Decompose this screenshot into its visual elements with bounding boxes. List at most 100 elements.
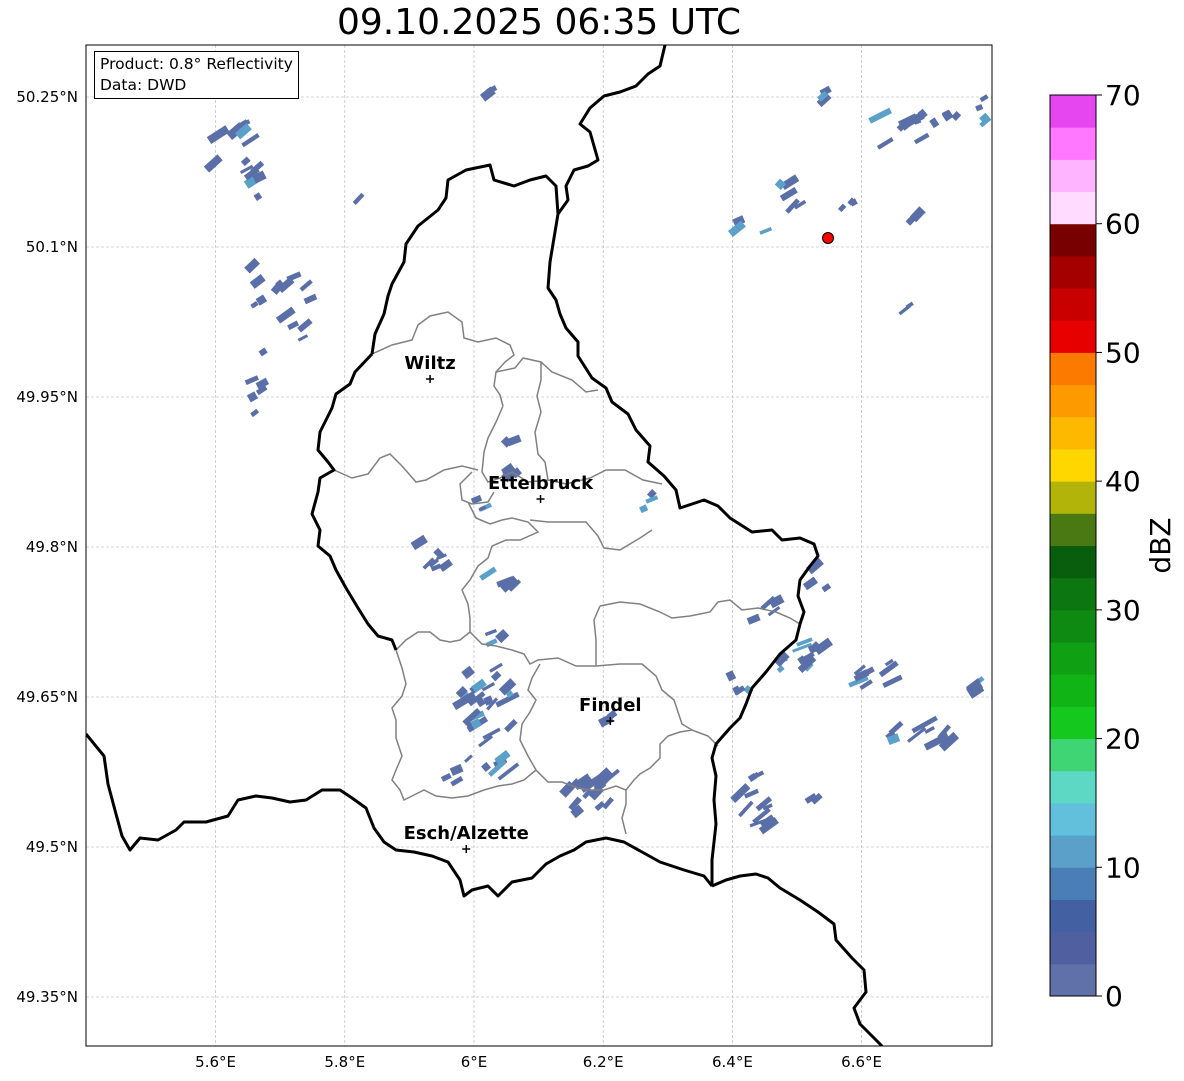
colorbar-segment xyxy=(1050,223,1096,257)
colorbar: 0 10 20 30 40 50 60 70 dBZ xyxy=(1049,79,1177,1013)
radar-echo xyxy=(352,192,365,205)
radar-echo xyxy=(249,273,266,289)
radar-echo xyxy=(779,186,798,202)
colorbar-segment xyxy=(1050,545,1096,579)
colorbar-segment xyxy=(1050,963,1096,997)
radar-echo xyxy=(206,125,230,145)
colorbar-segment xyxy=(1050,320,1096,353)
colorbar-segment xyxy=(1050,448,1096,482)
radar-echo xyxy=(776,665,785,673)
radar-echo xyxy=(450,776,464,787)
info-box: Product: 0.8° Reflectivity Data: DWD xyxy=(94,51,299,99)
radar-site-marker xyxy=(822,232,835,244)
radar-echo xyxy=(481,761,492,773)
radar-echo xyxy=(495,629,510,644)
colorbar-segment xyxy=(1050,835,1096,868)
national-border xyxy=(86,45,884,1046)
radar-echo xyxy=(258,347,268,357)
colorbar-segment xyxy=(1050,931,1096,965)
colorbar-segment xyxy=(1050,738,1096,772)
colorbar-segment xyxy=(1050,127,1096,160)
lat-tick-label: 49.95°N xyxy=(16,388,78,406)
radar-echo xyxy=(602,797,614,810)
radar-echo xyxy=(250,408,260,418)
colorbar-segment xyxy=(1050,802,1096,836)
radar-echo xyxy=(913,132,930,145)
radar-echo xyxy=(297,318,313,333)
radar-echo xyxy=(594,800,606,812)
product-label: Product: 0.8° Reflectivity xyxy=(100,55,293,73)
lat-tick-label: 49.5°N xyxy=(26,838,78,856)
colorbar-tick-label: 20 xyxy=(1105,723,1141,756)
colorbar-segment xyxy=(1050,191,1096,225)
radar-echo xyxy=(975,103,984,112)
colorbar-tick-label: 30 xyxy=(1105,594,1141,627)
colorbar-segment xyxy=(1050,416,1096,450)
radar-echo xyxy=(203,154,223,173)
lon-tick-label: 6.2°E xyxy=(583,1053,624,1071)
lat-tick-label: 49.8°N xyxy=(26,538,78,556)
radar-map: WiltzEttelbruckFindelEsch/Alzette 5.6°E 5… xyxy=(16,44,1177,1071)
radar-echo xyxy=(924,726,936,734)
radar-echo xyxy=(297,334,309,342)
radar-echo xyxy=(244,257,260,274)
lon-tick-label: 5.6°E xyxy=(195,1053,236,1071)
radar-echo xyxy=(752,770,765,780)
radar-echo xyxy=(979,112,991,125)
colorbar-tick-label: 10 xyxy=(1105,851,1141,884)
radar-echo xyxy=(759,227,773,235)
colorbar-segment xyxy=(1050,255,1096,289)
radar-echo xyxy=(484,628,498,637)
radar-echo xyxy=(489,662,503,673)
city-label: Esch/Alzette xyxy=(404,823,529,844)
radar-echo xyxy=(438,558,453,572)
radar-echo xyxy=(882,674,903,688)
colorbar-segment xyxy=(1050,642,1096,675)
radar-echo xyxy=(440,772,452,782)
axis-ticks: 5.6°E 5.8°E 6°E 6.2°E 6.4°E 6.6°E 50.25°N 50.1°… xyxy=(16,88,882,1071)
colorbar-tick-label: 50 xyxy=(1105,336,1141,369)
radar-echo xyxy=(461,665,475,680)
colorbar-segment xyxy=(1050,352,1096,386)
radar-echo xyxy=(746,613,761,625)
colorbar-segment xyxy=(1050,288,1096,321)
lon-tick-label: 6.4°E xyxy=(712,1053,753,1071)
city-marker: Wiltz xyxy=(404,353,456,383)
lat-tick-label: 49.35°N xyxy=(16,988,78,1006)
colorbar-segment xyxy=(1050,674,1096,707)
radar-echo xyxy=(898,304,911,316)
lon-tick-label: 5.8°E xyxy=(324,1053,365,1071)
radar-echo xyxy=(821,583,832,593)
colorbar-tick-label: 70 xyxy=(1105,79,1141,112)
lat-tick-label: 50.1°N xyxy=(26,238,78,256)
colorbar-segment xyxy=(1050,899,1096,933)
luxembourg-canton-boundaries xyxy=(333,311,801,835)
radar-echo xyxy=(876,137,894,150)
radar-echo xyxy=(979,94,989,103)
radar-echo xyxy=(802,576,818,591)
radar-echo xyxy=(275,306,296,324)
radar-echo xyxy=(490,670,502,682)
radar-echo xyxy=(738,800,754,818)
radar-echo xyxy=(929,117,940,129)
colorbar-segment xyxy=(1050,867,1096,900)
lat-tick-label: 50.25°N xyxy=(16,88,78,106)
colorbar-tick-label: 0 xyxy=(1105,980,1123,1013)
city-label: Wiltz xyxy=(404,353,455,374)
colorbar-segment xyxy=(1050,384,1096,418)
map-borders xyxy=(86,45,884,1046)
colorbar-tick-label: 40 xyxy=(1105,465,1141,498)
radar-echo xyxy=(250,300,259,309)
colorbar-segment xyxy=(1050,770,1096,804)
lon-tick-label: 6.6°E xyxy=(841,1053,882,1071)
colorbar-segment xyxy=(1050,481,1096,514)
radar-echo xyxy=(303,293,318,305)
colorbar-tick-label: 60 xyxy=(1105,208,1141,241)
radar-echoes xyxy=(203,85,992,835)
radar-echo xyxy=(287,320,300,331)
city-marker: Findel xyxy=(579,695,642,725)
lat-tick-label: 49.65°N xyxy=(16,688,78,706)
colorbar-segment xyxy=(1050,577,1096,611)
colorbar-segment xyxy=(1050,513,1096,546)
radar-echo xyxy=(464,754,473,763)
